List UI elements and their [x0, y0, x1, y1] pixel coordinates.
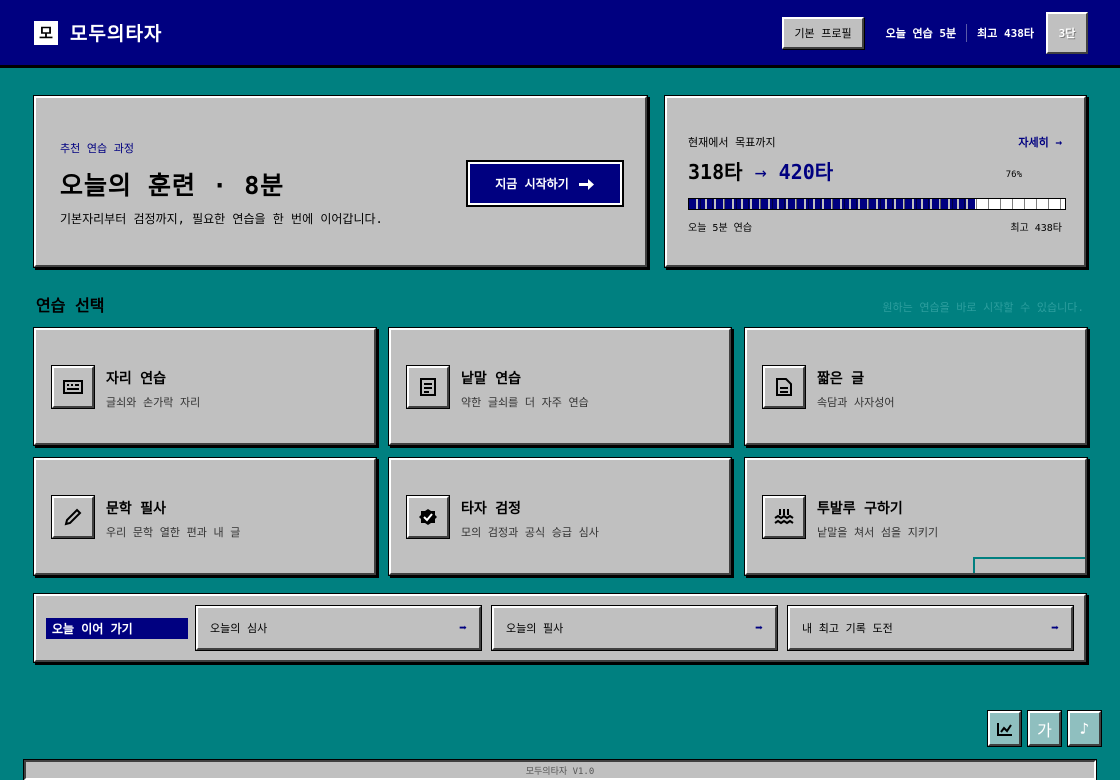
- section-hint: 원하는 연습을 바로 시작할 수 있습니다.: [882, 301, 1084, 314]
- card-subtitle: 글쇠와 손가락 자리: [106, 396, 201, 409]
- header-bar: 모 모두의타자 기본 프로필 오늘 연습 5분 최고 438타 3단: [0, 0, 1120, 68]
- card-subtitle: 낱말을 쳐서 섬을 지키기: [817, 526, 939, 539]
- start-now-label: 지금 시작하기: [495, 177, 569, 191]
- card-title: 투발루 구하기: [817, 501, 903, 517]
- goal-detail-link[interactable]: 자세히 →: [1018, 134, 1062, 150]
- music-button[interactable]: ♪: [1068, 711, 1101, 746]
- font-button[interactable]: 가: [1028, 711, 1061, 746]
- continue-item-label: 오늘의 심사: [210, 622, 268, 635]
- goal-progress-panel: 현재에서 목표까지 자세히 → 318타 → 420타 76% 오늘 5분 연습…: [665, 96, 1086, 267]
- section-title: 연습 선택: [36, 296, 105, 315]
- goal-label: 현재에서 목표까지: [688, 136, 776, 149]
- arrow-right-icon: ➡: [459, 620, 467, 636]
- document-lines-icon: [407, 366, 449, 408]
- best-record-stat: 최고 438타: [977, 26, 1034, 40]
- card-title: 타자 검정: [461, 501, 521, 517]
- continue-item-label: 오늘의 필사: [506, 622, 564, 635]
- card-word-practice[interactable]: 낱말 연습 약한 글쇠를 더 자주 연습: [389, 328, 731, 445]
- goal-footer-best: 최고 438타: [1010, 223, 1062, 234]
- card-subtitle: 모의 검정과 공식 승급 심사: [461, 526, 599, 539]
- app-title: 모두의타자: [70, 23, 163, 45]
- hero-kicker: 추천 연습 과정: [60, 142, 134, 155]
- goal-arrow: →: [754, 160, 767, 184]
- card-save-tuvalu[interactable]: 투발루 구하기 낱말을 쳐서 섬을 지키기: [745, 458, 1087, 575]
- card-title: 낱말 연습: [461, 371, 521, 387]
- goal-progress-bar: [688, 198, 1066, 210]
- continue-label: 오늘 이어 가기: [46, 618, 188, 639]
- arrow-right-icon: [578, 178, 594, 190]
- badge-check-icon: [407, 496, 449, 538]
- target-speed: 420타: [778, 160, 834, 184]
- recommended-course-panel: 추천 연습 과정 오늘의 훈련 · 8분 기본자리부터 검정까지, 필요한 연습…: [34, 96, 647, 267]
- card-title: 문학 필사: [106, 501, 166, 517]
- card-short-text[interactable]: 짧은 글 속담과 사자성어: [745, 328, 1087, 445]
- continue-item-best-record[interactable]: 내 최고 기록 도전 ➡: [788, 606, 1073, 650]
- hero-description: 기본자리부터 검정까지, 필요한 연습을 한 번에 이어갑니다.: [60, 212, 383, 226]
- logo-icon: 모: [34, 20, 58, 45]
- keyboard-icon: [52, 366, 94, 408]
- pencil-icon: [52, 496, 94, 538]
- hero-title: 오늘의 훈련 · 8분: [60, 171, 285, 200]
- goal-footer-practice: 오늘 5분 연습: [688, 223, 753, 234]
- profile-button[interactable]: 기본 프로필: [782, 16, 864, 49]
- arrow-right-icon: ➡: [755, 620, 763, 636]
- continue-item-label: 내 최고 기록 도전: [802, 622, 893, 635]
- current-speed: 318타: [688, 160, 743, 184]
- continue-item-copy[interactable]: 오늘의 필사 ➡: [492, 606, 777, 650]
- file-icon: [763, 366, 805, 408]
- status-bar: 모두의타자 V1.0: [24, 760, 1096, 780]
- card-literature-copy[interactable]: 문학 필사 우리 문학 열한 편과 내 글: [34, 458, 376, 575]
- card-subtitle: 약한 글쇠를 더 자주 연습: [461, 396, 589, 409]
- continue-today-strip: 오늘 이어 가기 오늘의 심사 ➡ 오늘의 필사 ➡ 내 최고 기록 도전 ➡: [34, 594, 1086, 662]
- level-button[interactable]: 3단: [1046, 11, 1088, 54]
- goal-percent: 76%: [1005, 170, 1022, 180]
- chart-icon: [996, 722, 1012, 736]
- card-decoration: [973, 557, 1085, 573]
- card-key-position[interactable]: 자리 연습 글쇠와 손가락 자리: [34, 328, 376, 445]
- goal-values: 318타 → 420타: [688, 156, 833, 185]
- card-subtitle: 우리 문학 열한 편과 내 글: [106, 526, 241, 539]
- goal-progress-ticks: [689, 199, 1065, 209]
- arrow-right-icon: ➡: [1051, 620, 1059, 636]
- waves-icon: [763, 496, 805, 538]
- card-subtitle: 속담과 사자성어: [817, 396, 895, 409]
- today-practice-stat: 오늘 연습 5분: [885, 26, 957, 40]
- continue-item-exam[interactable]: 오늘의 심사 ➡: [196, 606, 481, 650]
- header-right: 기본 프로필 오늘 연습 5분 최고 438타 3단: [782, 11, 1088, 54]
- card-title: 자리 연습: [106, 371, 166, 387]
- card-typing-exam[interactable]: 타자 검정 모의 검정과 공식 승급 심사: [389, 458, 731, 575]
- card-title: 짧은 글: [817, 371, 865, 387]
- start-now-button[interactable]: 지금 시작하기: [466, 160, 624, 207]
- chart-button[interactable]: [988, 711, 1021, 746]
